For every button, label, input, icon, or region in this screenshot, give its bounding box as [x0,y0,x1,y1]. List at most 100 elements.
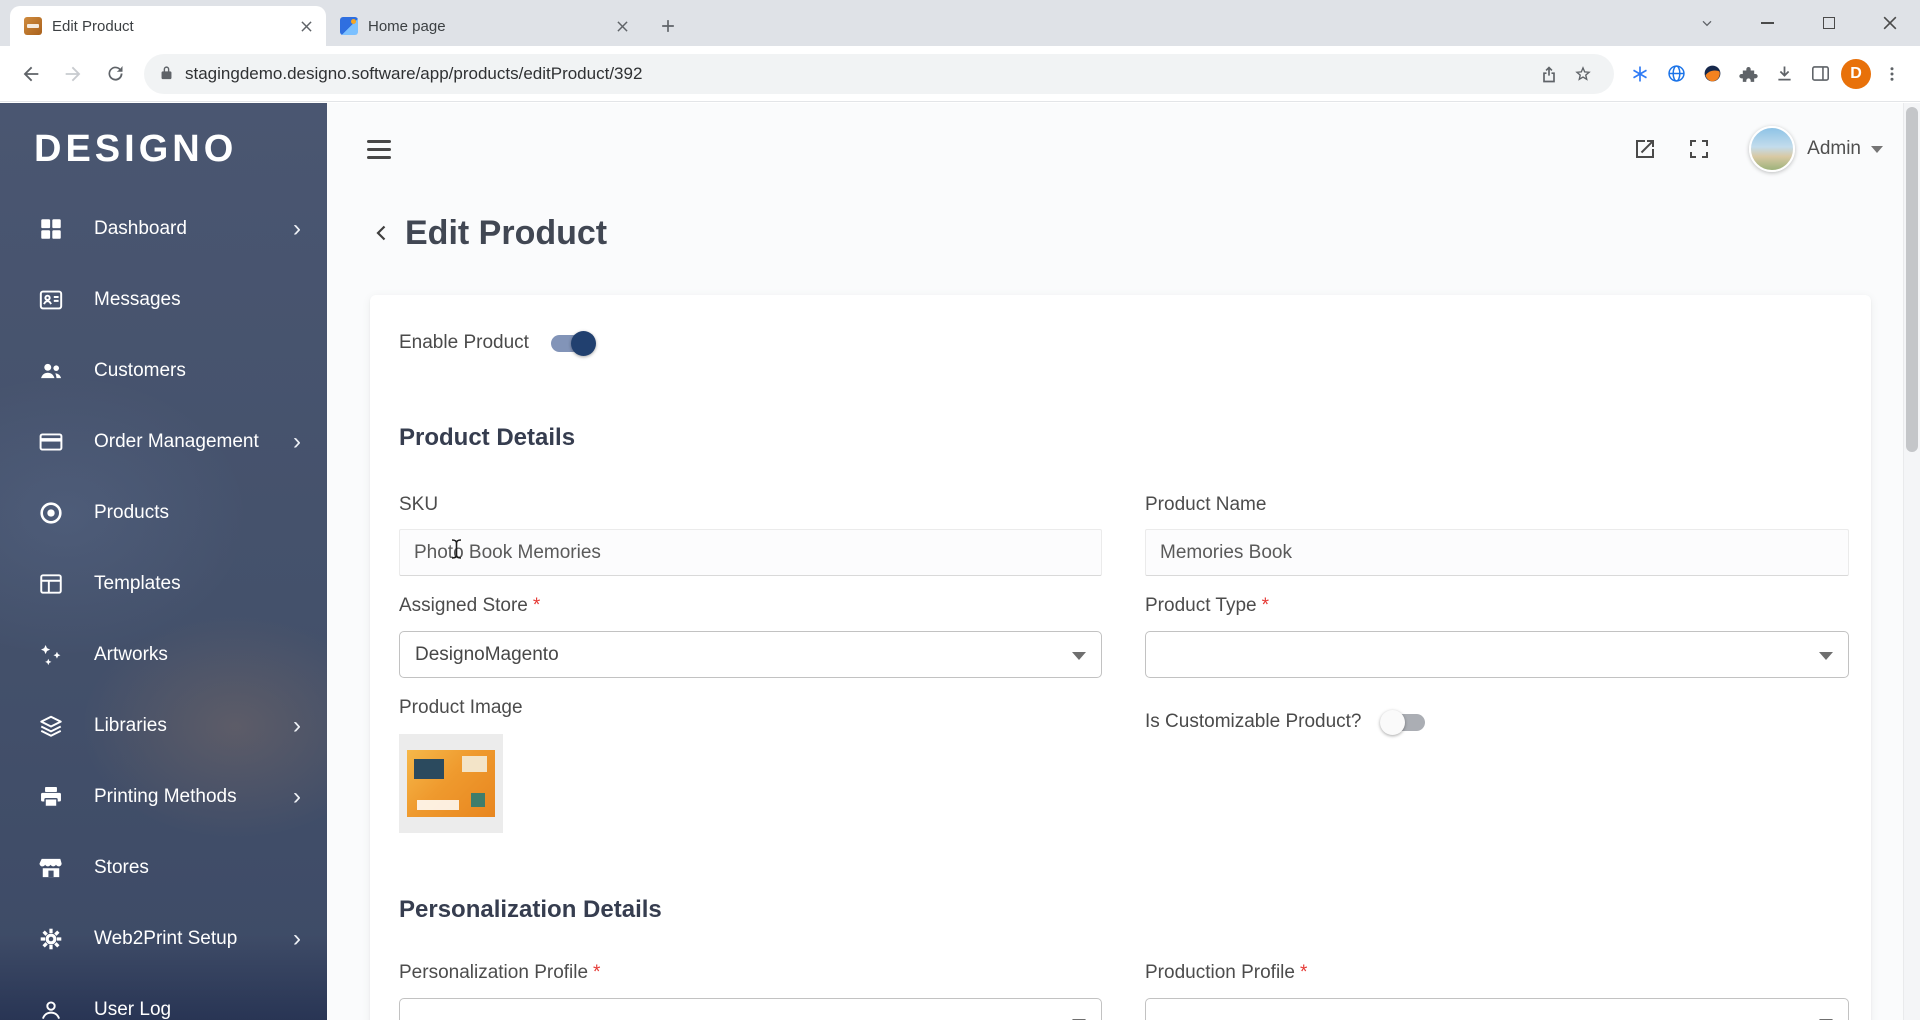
assigned-store-select[interactable]: DesignoMagento [399,631,1102,678]
product-image-thumbnail[interactable] [399,734,503,833]
production-profile-select[interactable] [1145,998,1849,1020]
scrollbar-thumb[interactable] [1906,107,1918,452]
product-type-label: Product Type * [1145,595,1270,616]
address-bar[interactable]: stagingdemo.designo.software/app/product… [144,53,1614,94]
home-favicon [340,17,358,35]
customers-icon [38,358,64,384]
sidebar-item-templates[interactable]: Templates [0,548,327,619]
user-avatar[interactable] [1749,126,1796,172]
forward-icon[interactable] [52,53,94,95]
url-text[interactable]: stagingdemo.designo.software/app/product… [185,64,1532,84]
dashboard-icon [38,216,64,242]
sidebar-item-customers[interactable]: Customers [0,335,327,406]
sidebar-item-products[interactable]: Products [0,477,327,548]
tab-search-icon[interactable] [1676,0,1737,46]
window-minimize-button[interactable] [1737,0,1798,46]
stores-icon [38,855,64,881]
messages-icon [38,287,64,313]
sidebar-item-dashboard[interactable]: Dashboard › [0,193,327,264]
products-icon [38,500,64,526]
product-type-select[interactable] [1145,631,1849,678]
bookmark-star-icon[interactable] [1566,57,1600,91]
browser-menu-kebab-icon[interactable] [1874,56,1910,92]
window-controls [1676,0,1920,46]
product-name-input[interactable] [1145,529,1849,576]
order-management-icon [38,429,64,455]
is-customizable-toggle[interactable] [1379,709,1425,735]
chevron-right-icon: › [293,924,301,952]
browser-tab-edit-product[interactable]: Edit Product [10,6,326,46]
web2print-gear-icon [38,926,64,952]
sidebar-item-printing-methods[interactable]: Printing Methods › [0,761,327,832]
designo-favicon [24,17,42,35]
back-chevron-icon[interactable] [367,218,397,248]
chevron-right-icon: › [293,711,301,739]
reload-icon[interactable] [94,53,136,95]
extension-snowflake-icon[interactable] [1622,56,1658,92]
download-icon[interactable] [1766,56,1802,92]
extension-globe-icon[interactable] [1658,56,1694,92]
templates-icon [38,571,64,597]
sidebar-item-artworks[interactable]: Artworks [0,619,327,690]
sku-label: SKU [399,494,439,515]
product-image [407,750,495,817]
sidebar-item-web2print-setup[interactable]: Web2Print Setup › [0,903,327,974]
tab-strip: Edit Product Home page [0,0,1920,46]
browser-tab-home-page[interactable]: Home page [326,6,642,46]
personalization-profile-label: Personalization Profile * [399,962,601,983]
hamburger-menu-icon[interactable] [367,127,411,171]
personalization-profile-select[interactable] [399,998,1102,1020]
browser-profile-avatar[interactable]: D [1838,56,1874,92]
tab-close-icon[interactable] [610,14,634,38]
tab-title: Home page [368,17,446,35]
required-asterisk: * [1299,962,1308,983]
assigned-store-label: Assigned Store * [399,595,541,616]
sidebar-item-user-log[interactable]: User Log [0,974,327,1020]
product-image-label: Product Image [399,697,523,718]
sidebar-item-messages[interactable]: Messages [0,264,327,335]
window-close-button[interactable] [1859,0,1920,46]
enable-product-label: Enable Product [399,332,529,353]
page-title: Edit Product [405,213,608,252]
edit-product-card: Enable Product Product Details SKU Produ… [370,295,1871,1020]
section-personalization-details: Personalization Details [399,896,662,923]
fullscreen-icon[interactable] [1679,129,1719,169]
chevron-down-icon[interactable] [1871,145,1883,153]
browser-toolbar: stagingdemo.designo.software/app/product… [0,46,1920,102]
new-tab-button[interactable] [652,10,684,42]
main-area: Admin Edit Product Enable Product Produc… [327,103,1903,1020]
sidebar-nav: Dashboard › Messages Customers Order Man… [0,193,327,1020]
required-asterisk: * [532,595,541,616]
designo-logo: DESIGNO [34,128,238,170]
production-profile-label: Production Profile * [1145,962,1308,983]
chevron-right-icon: › [293,782,301,810]
share-icon[interactable] [1532,57,1566,91]
sidebar-item-order-management[interactable]: Order Management › [0,406,327,477]
printing-methods-icon [38,784,64,810]
browser-window: Edit Product Home page stagingdemo.desig… [0,0,1920,1020]
sidebar-item-stores[interactable]: Stores [0,832,327,903]
user-log-icon [38,997,64,1020]
page-content: DESIGNO Dashboard › Messages Customers O… [0,103,1920,1020]
back-icon[interactable] [10,53,52,95]
libraries-icon [38,713,64,739]
required-asterisk: * [593,962,601,983]
sku-input[interactable] [399,529,1102,576]
tab-close-icon[interactable] [294,14,318,38]
app-topbar: Admin [327,103,1903,195]
side-panel-icon[interactable] [1802,56,1838,92]
tab-title: Edit Product [52,17,134,35]
extensions-puzzle-icon[interactable] [1730,56,1766,92]
enable-product-toggle[interactable] [550,330,596,356]
page-scrollbar[interactable] [1903,103,1920,1020]
enable-product-row: Enable Product [399,323,1849,363]
is-customizable-label: Is Customizable Product? [1145,711,1362,732]
product-name-label: Product Name [1145,494,1267,515]
open-in-new-icon[interactable] [1625,129,1665,169]
window-maximize-button[interactable] [1798,0,1859,46]
lock-icon [158,65,175,82]
user-name[interactable]: Admin [1807,138,1861,160]
sidebar: DESIGNO Dashboard › Messages Customers O… [0,103,327,1020]
extension-kiwi-icon[interactable] [1694,56,1730,92]
sidebar-item-libraries[interactable]: Libraries › [0,690,327,761]
